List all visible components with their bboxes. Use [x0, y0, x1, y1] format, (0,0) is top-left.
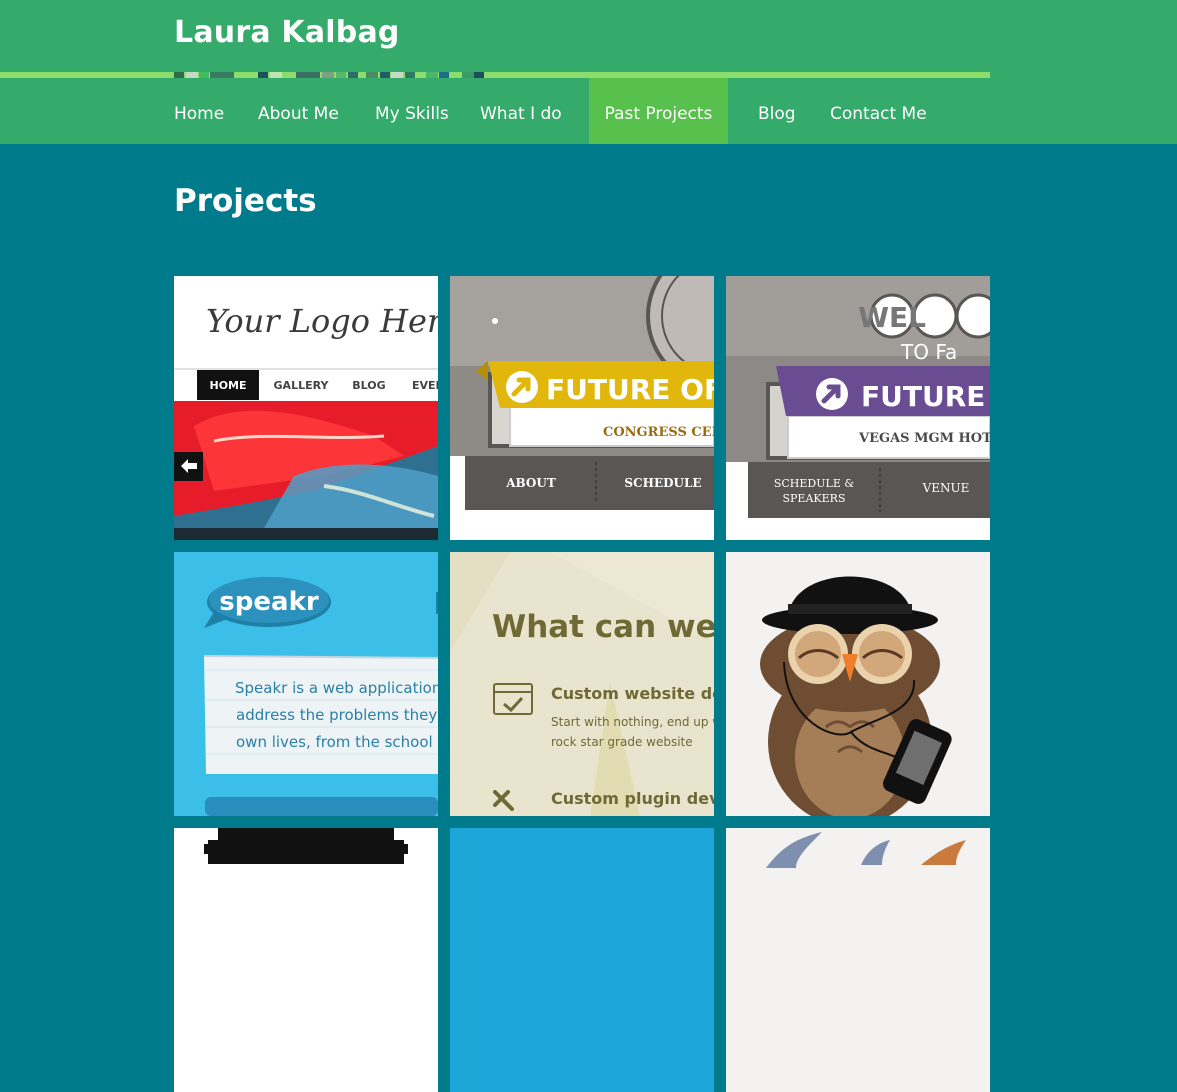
project-tile-device[interactable] — [174, 828, 438, 1092]
feature-title: Custom plugin develop — [551, 789, 714, 808]
project-thumbnail: FUTURE OF WE CONGRESS CENTR ABOUT SCHEDU… — [450, 276, 714, 540]
nav-item-about-me[interactable]: About Me — [258, 78, 339, 144]
project-thumbnail: Your Logo Here HOME GALLERY BLOG EVEN — [174, 276, 438, 540]
site-title[interactable]: Laura Kalbag — [174, 15, 400, 50]
nav-item-blog[interactable]: Blog — [758, 78, 796, 144]
project-tile-what-can-we-do[interactable]: What can we do Custom website develo Sta… — [450, 552, 714, 816]
speakr-line: address the problems they f — [236, 706, 438, 724]
feature-title: Custom website develo — [551, 684, 714, 703]
feature-text: rock star grade website — [551, 735, 693, 749]
project-tile-animal[interactable] — [726, 828, 990, 1092]
section-heading: What can we do — [492, 609, 714, 645]
speakr-line: Speakr is a web application — [235, 679, 438, 697]
feature-text: Start with nothing, end up wi — [551, 715, 714, 729]
speakr-line: own lives, from the school e — [236, 733, 438, 751]
nav-item-what-i-do[interactable]: What I do — [480, 78, 562, 144]
menu-item: SPEAKERS — [783, 492, 846, 505]
project-thumbnail — [174, 828, 438, 1092]
menu-item: SCHEDULE — [624, 476, 701, 490]
menu-item: ABOUT — [505, 476, 556, 490]
project-tile-future-of-web[interactable]: FUTURE OF WE CONGRESS CENTR ABOUT SCHEDU… — [450, 276, 714, 540]
project-thumbnail: What can we do Custom website develo Sta… — [450, 552, 714, 816]
speakr-logo: speakr — [219, 587, 319, 617]
owl-illustration — [726, 552, 990, 816]
banner-text: FUTURE OF WE — [546, 373, 714, 406]
logo-text: Your Logo Here — [206, 302, 438, 340]
nav-item-contact-me[interactable]: Contact Me — [830, 78, 927, 144]
project-tile-blue[interactable] — [450, 828, 714, 1092]
project-tile-owl-illustration[interactable] — [726, 552, 990, 816]
project-thumbnail — [726, 828, 990, 1092]
sign-letter: WEL — [858, 301, 926, 334]
project-tile-logo-template[interactable]: Your Logo Here HOME GALLERY BLOG EVEN — [174, 276, 438, 540]
project-tile-future-in-vegas[interactable]: WEL TO Fa FUTURE IN VEGAS MGM HOTEL SCHE… — [726, 276, 990, 540]
project-thumbnail: speakr Speakr is a web application addre… — [174, 552, 438, 816]
menu-item: HOME — [209, 379, 246, 392]
menu-item: SCHEDULE & — [774, 477, 854, 490]
site-header: Laura Kalbag Home About Me My Skills Wha… — [0, 0, 1177, 144]
menu-item: GALLERY — [274, 379, 330, 392]
nav-item-my-skills[interactable]: My Skills — [375, 78, 449, 144]
project-tile-speakr[interactable]: speakr Speakr is a web application addre… — [174, 552, 438, 816]
menu-item: VENUE — [922, 481, 970, 495]
nav-item-home[interactable]: Home — [174, 78, 224, 144]
venue-text: CONGRESS CENTR — [603, 425, 714, 440]
nav-item-past-projects[interactable]: Past Projects — [589, 78, 728, 144]
main-nav: Home About Me My Skills What I do Past P… — [0, 78, 1177, 144]
project-thumbnail: WEL TO Fa FUTURE IN VEGAS MGM HOTEL SCHE… — [726, 276, 990, 540]
venue-text: VEGAS MGM HOTEL — [858, 431, 990, 446]
project-thumbnail — [450, 828, 714, 1092]
page-title: Projects — [174, 183, 317, 219]
sign-subtext: TO Fa — [900, 340, 957, 364]
banner-text: FUTURE IN — [861, 380, 990, 413]
menu-item: EVEN — [412, 379, 438, 392]
menu-item: BLOG — [352, 379, 385, 392]
